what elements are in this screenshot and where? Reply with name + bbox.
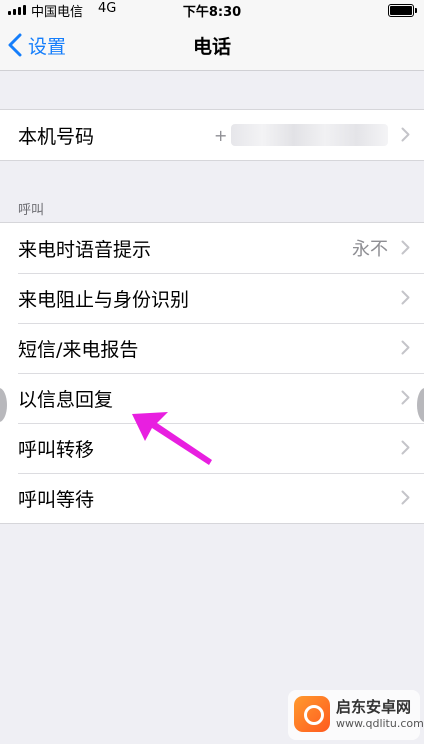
- chevron-right-icon: [401, 390, 410, 405]
- phone-settings-screen: 中国电信 4G 下午8:30 设置 电话 本机号码 + 呼叫 来电时语音提示 永…: [0, 0, 424, 744]
- watermark-name: 启东安卓网: [336, 698, 412, 716]
- chevron-right-icon: [401, 290, 410, 305]
- chevron-right-icon: [401, 440, 410, 455]
- page-title: 电话: [192, 36, 231, 58]
- my-number-group: 本机号码 +: [0, 109, 424, 161]
- row-sms-call-reporting-label: 短信/来电报告: [18, 338, 139, 361]
- calls-group: 来电时语音提示 永不 来电阻止与身份识别 短信/来电报告 以信息回复 呼叫转移 …: [0, 222, 424, 524]
- row-respond-with-text-label: 以信息回复: [18, 388, 114, 411]
- chevron-right-icon: [401, 490, 410, 505]
- row-sms-call-reporting[interactable]: 短信/来电报告: [0, 323, 424, 373]
- row-announce-calls-value: 永不: [352, 239, 388, 260]
- row-call-waiting-label: 呼叫等待: [18, 488, 95, 511]
- watermark-url: www.qdlitu.com: [336, 717, 424, 730]
- site-watermark: 启东安卓网 www.qdlitu.com: [288, 690, 424, 740]
- blurred-number-mask: [231, 124, 388, 146]
- chevron-right-icon: [401, 240, 410, 255]
- row-respond-with-text[interactable]: 以信息回复: [0, 373, 424, 423]
- chevron-right-icon: [401, 340, 410, 355]
- battery-icon: [388, 4, 417, 17]
- status-time: 下午8:30: [182, 5, 242, 20]
- masked-phone-number: +: [214, 124, 388, 146]
- row-call-blocking[interactable]: 来电阻止与身份识别: [0, 273, 424, 323]
- navigation-bar: 设置 电话: [0, 20, 424, 71]
- chevron-right-icon: [401, 127, 410, 142]
- row-announce-calls[interactable]: 来电时语音提示 永不: [0, 223, 424, 273]
- status-bar: 中国电信 4G 下午8:30: [0, 0, 424, 20]
- row-my-number[interactable]: 本机号码 +: [0, 110, 424, 160]
- row-call-forwarding-label: 呼叫转移: [18, 438, 95, 461]
- row-call-waiting[interactable]: 呼叫等待: [0, 473, 424, 523]
- watermark-logo-icon: [294, 696, 330, 732]
- row-announce-calls-label: 来电时语音提示: [18, 238, 152, 261]
- section-header-calls: 呼叫: [18, 203, 45, 218]
- row-my-number-label: 本机号码: [18, 125, 95, 148]
- row-call-blocking-label: 来电阻止与身份识别: [18, 288, 190, 311]
- row-call-forwarding[interactable]: 呼叫转移: [0, 423, 424, 473]
- phone-number-prefix: +: [214, 125, 228, 145]
